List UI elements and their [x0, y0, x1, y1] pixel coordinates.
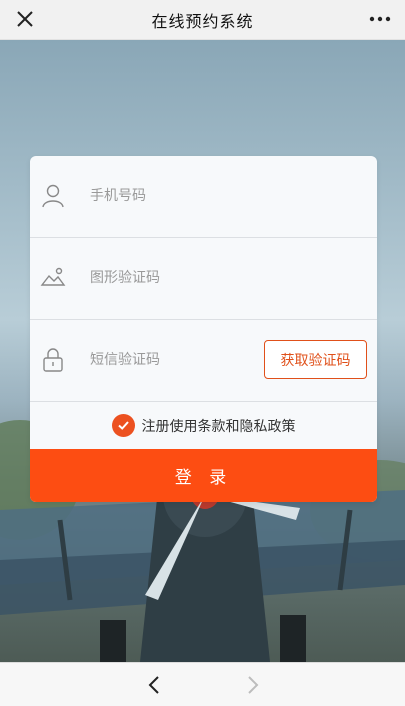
agreement-label[interactable]: 注册使用条款和隐私政策: [142, 416, 296, 436]
agreement-checkbox[interactable]: [111, 414, 135, 437]
get-sms-code-button[interactable]: 获取验证码: [264, 340, 367, 379]
agreement-row: 注册使用条款和隐私政策: [30, 402, 377, 449]
phone-row: [30, 156, 377, 238]
phone-input[interactable]: [90, 176, 260, 216]
top-bar: 在线预约系统: [0, 0, 405, 40]
page-title: 在线预约系统: [151, 11, 254, 31]
login-card: 获取验证码 注册使用条款和隐私政策 登 录: [30, 156, 377, 502]
captcha-input[interactable]: [90, 258, 260, 298]
close-icon[interactable]: [14, 8, 36, 30]
bottom-nav: [0, 662, 405, 706]
login-button[interactable]: 登 录: [30, 449, 377, 502]
user-icon: [42, 184, 64, 208]
background-photo: 获取验证码 注册使用条款和隐私政策 登 录: [0, 40, 405, 662]
image-icon: [40, 267, 66, 286]
chevron-right-icon[interactable]: [243, 673, 263, 697]
check-icon: [117, 421, 129, 430]
chevron-left-icon[interactable]: [144, 673, 164, 697]
sms-row: 获取验证码: [30, 320, 377, 402]
lock-icon: [43, 348, 63, 372]
sms-code-input[interactable]: [90, 340, 250, 380]
captcha-row: [30, 238, 377, 320]
more-icon[interactable]: [367, 8, 393, 30]
